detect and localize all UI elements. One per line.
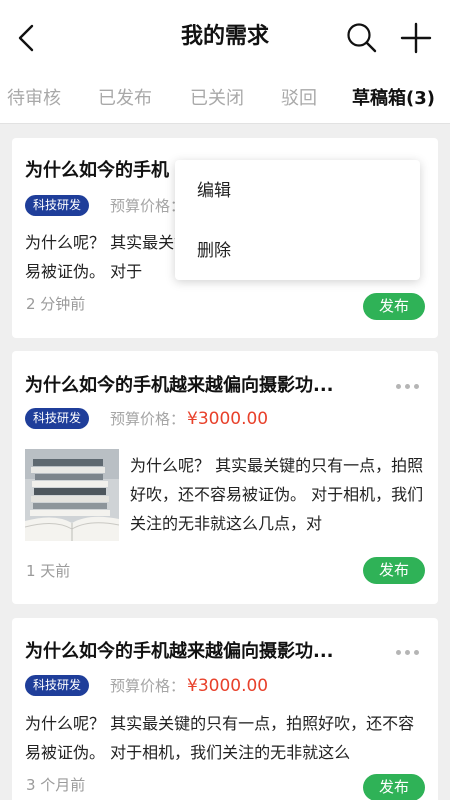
card-description: 为什么呢？ 其实最关键的只有一点，拍照好吹，还不容易被证伪。 对于相机，我们关注… bbox=[25, 714, 415, 762]
publish-button[interactable]: 发布 bbox=[363, 557, 425, 584]
tab-closed[interactable]: 已关闭 bbox=[190, 86, 244, 112]
category-tag: 科技研发 bbox=[25, 675, 90, 696]
menu-item-edit[interactable]: 编辑 bbox=[197, 179, 231, 203]
plus-icon bbox=[400, 22, 432, 54]
more-options-icon[interactable] bbox=[396, 647, 420, 657]
search-icon bbox=[347, 23, 377, 53]
category-tag: 科技研发 bbox=[25, 408, 90, 429]
card-time: 1 天前 bbox=[26, 562, 71, 580]
card-title: 为什么如今的手机越来越偏向摄影功... bbox=[25, 641, 334, 662]
publish-button[interactable]: 发布 bbox=[363, 774, 425, 800]
tab-published[interactable]: 已发布 bbox=[98, 86, 152, 112]
tab-pending-review[interactable]: 待审核 bbox=[7, 86, 61, 112]
budget-label: 预算价格： bbox=[110, 677, 186, 695]
page-title: 我的需求 bbox=[180, 24, 269, 49]
top-bar: 我的需求 bbox=[0, 0, 450, 74]
more-options-icon[interactable] bbox=[396, 381, 420, 391]
budget-label: 预算价格： bbox=[110, 197, 186, 215]
back-button[interactable] bbox=[12, 20, 44, 56]
card-title: 为什么如今的手机越来越偏向摄影功... bbox=[25, 375, 334, 396]
draft-card[interactable]: 为什么如今的手机越来越偏向摄影功... 科技研发 预算价格： ¥3000.00 … bbox=[12, 351, 438, 604]
category-tag: 科技研发 bbox=[25, 195, 90, 216]
draft-card[interactable]: 为什么如今的手机越来越偏向摄影功... 科技研发 预算价格： ¥3000.00 … bbox=[12, 618, 438, 800]
card-thumbnail bbox=[25, 449, 119, 541]
tab-drafts[interactable]: 草稿箱(3) bbox=[352, 86, 435, 112]
card-time: 2 分钟前 bbox=[26, 295, 86, 313]
budget-label: 预算价格： bbox=[110, 410, 186, 428]
card-title: 为什么如今的手机 bbox=[25, 160, 169, 181]
publish-button[interactable]: 发布 bbox=[363, 293, 425, 320]
menu-item-delete[interactable]: 删除 bbox=[197, 239, 231, 263]
status-tabs: 待审核 已发布 已关闭 驳回 草稿箱(3) bbox=[0, 74, 450, 124]
budget-value: ¥3000.00 bbox=[187, 676, 269, 696]
card-options-menu: 编辑 删除 bbox=[175, 160, 420, 280]
chevron-left-icon bbox=[18, 24, 34, 52]
budget-value: ¥3000.00 bbox=[187, 409, 269, 429]
card-time: 3 个月前 bbox=[26, 776, 86, 794]
tab-rejected[interactable]: 驳回 bbox=[281, 86, 317, 112]
add-button[interactable] bbox=[398, 20, 434, 56]
books-image bbox=[25, 449, 119, 541]
card-description: 为什么呢？ 其实最关键的只有一点，拍照好吹，还不容易被证伪。 对于相机，我们关注… bbox=[130, 456, 424, 533]
search-button[interactable] bbox=[344, 20, 380, 56]
